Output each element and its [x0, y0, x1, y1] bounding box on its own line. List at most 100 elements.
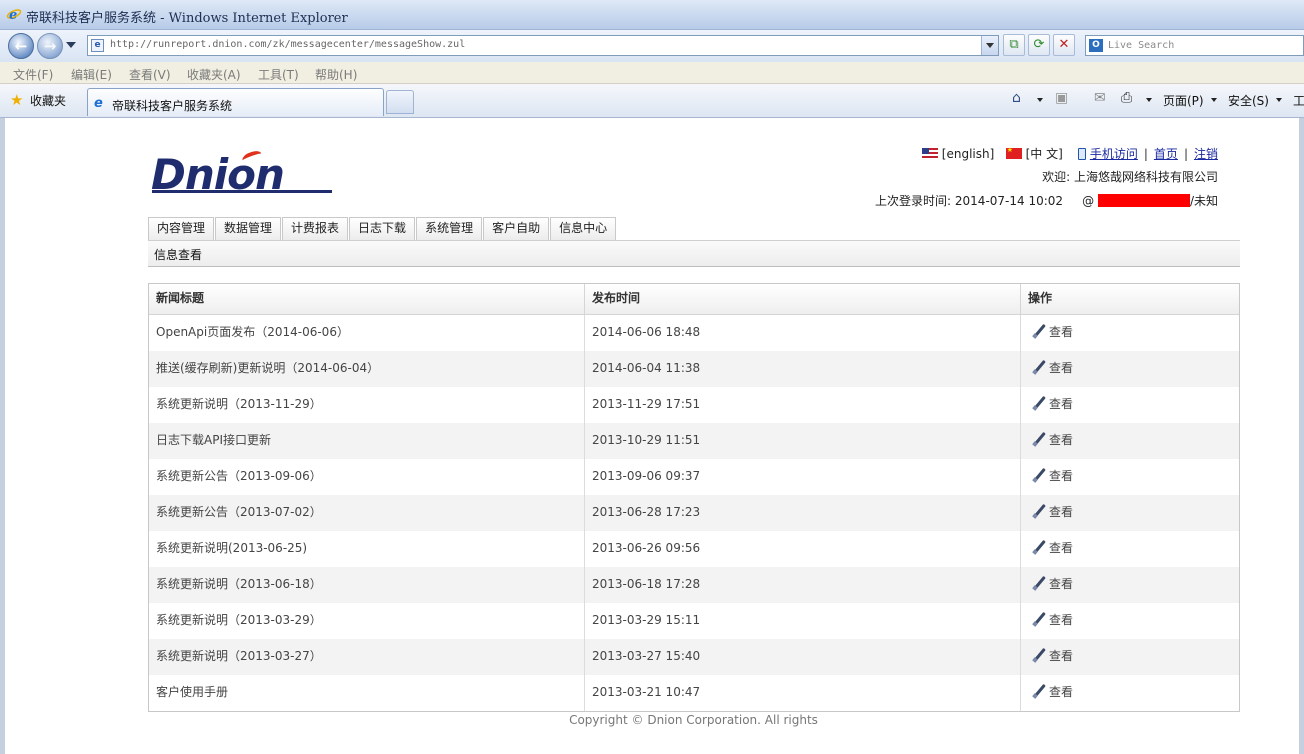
publish-time: 2013-06-28 17:23 — [585, 495, 1021, 531]
forward-button[interactable]: → — [37, 33, 63, 59]
window-title: 帝联科技客户服务系统 - Windows Internet Explorer — [26, 11, 348, 26]
address-bar[interactable]: e http://runreport.dnion.com/zk/messagec… — [87, 35, 999, 56]
address-dropdown-button[interactable] — [981, 36, 998, 55]
view-link[interactable]: 查看 — [1049, 397, 1073, 411]
view-action[interactable]: 查看 — [1021, 567, 1239, 603]
nav-tab-billing[interactable]: 计费报表 — [282, 217, 349, 240]
view-action[interactable]: 查看 — [1021, 315, 1239, 351]
page-menu[interactable]: 页面(P) — [1163, 92, 1204, 109]
menu-view[interactable]: 查看(V) — [129, 66, 171, 83]
view-action[interactable]: 查看 — [1021, 495, 1239, 531]
ie-logo-icon: e — [6, 6, 22, 23]
view-link[interactable]: 查看 — [1049, 325, 1073, 339]
favorites-star-icon[interactable]: ★ — [10, 93, 23, 108]
news-title: 系统更新说明（2013-11-29） — [149, 387, 585, 423]
view-action[interactable]: 查看 — [1021, 423, 1239, 459]
view-link[interactable]: 查看 — [1049, 685, 1073, 699]
login-location: /未知 — [1189, 194, 1218, 208]
page-dropdown-icon[interactable] — [1211, 98, 1217, 102]
view-action[interactable]: 查看 — [1021, 459, 1239, 495]
lang-english-link[interactable]: [english] — [942, 147, 995, 161]
menu-edit[interactable]: 编辑(E) — [71, 66, 112, 83]
menu-file[interactable]: 文件(F) — [13, 66, 53, 83]
back-button[interactable]: ← — [8, 33, 34, 59]
table-row: 系统更新说明（2013-03-29） 2013-03-29 15:11 查看 — [149, 603, 1239, 639]
news-title: 客户使用手册 — [149, 675, 585, 711]
view-link[interactable]: 查看 — [1049, 433, 1073, 447]
view-action[interactable]: 查看 — [1021, 351, 1239, 387]
tools-menu[interactable]: 工 — [1293, 92, 1304, 109]
section-title: 信息查看 — [154, 248, 203, 262]
pencil-icon — [1032, 541, 1046, 555]
home-icon[interactable]: ⌂ — [1012, 90, 1021, 106]
safety-dropdown-icon[interactable] — [1276, 98, 1282, 102]
nav-tab-content[interactable]: 内容管理 — [148, 217, 215, 240]
view-link[interactable]: 查看 — [1049, 361, 1073, 375]
view-action[interactable]: 查看 — [1021, 603, 1239, 639]
tab-title: 帝联科技客户服务系统 — [112, 99, 233, 113]
safety-menu[interactable]: 安全(S) — [1228, 92, 1269, 109]
home-dropdown-icon[interactable] — [1037, 98, 1043, 102]
pencil-icon — [1032, 505, 1046, 519]
pencil-icon — [1032, 397, 1046, 411]
view-action[interactable]: 查看 — [1021, 675, 1239, 711]
pencil-icon — [1032, 361, 1046, 375]
view-link[interactable]: 查看 — [1049, 577, 1073, 591]
feeds-icon[interactable]: ▣ — [1055, 90, 1068, 106]
news-title: 系统更新公告（2013-07-02） — [149, 495, 585, 531]
refresh-icon[interactable]: ⟳ — [1028, 34, 1050, 56]
nav-tab-system[interactable]: 系统管理 — [416, 217, 483, 240]
mobile-access-link[interactable]: 手机访问 — [1090, 147, 1138, 161]
view-action[interactable]: 查看 — [1021, 639, 1239, 675]
table-row: 系统更新说明（2013-11-29） 2013-11-29 17:51 查看 — [149, 387, 1239, 423]
view-action[interactable]: 查看 — [1021, 387, 1239, 423]
publish-time: 2013-10-29 11:51 — [585, 423, 1021, 459]
new-tab-button[interactable] — [386, 90, 414, 114]
view-link[interactable]: 查看 — [1049, 649, 1073, 663]
last-login-label: 上次登录时间: — [875, 194, 952, 208]
page-icon: e — [91, 39, 104, 52]
view-link[interactable]: 查看 — [1049, 505, 1073, 519]
favorites-button[interactable]: 收藏夹 — [30, 92, 66, 109]
print-icon[interactable]: ⎙ — [1121, 90, 1132, 106]
publish-time: 2013-03-29 15:11 — [585, 603, 1021, 639]
url-text[interactable]: http://runreport.dnion.com/zk/messagecen… — [110, 39, 465, 50]
col-header-time: 发布时间 — [585, 284, 1021, 315]
table-row: 系统更新说明（2013-06-18） 2013-06-18 17:28 查看 — [149, 567, 1239, 603]
publish-time: 2013-06-18 17:28 — [585, 567, 1021, 603]
menu-favorites[interactable]: 收藏夹(A) — [187, 66, 241, 83]
section-bar: 信息查看 — [148, 240, 1240, 267]
news-title: 系统更新公告（2013-09-06） — [149, 459, 585, 495]
logout-link[interactable]: 注销 — [1194, 147, 1218, 161]
table-row: OpenApi页面发布（2014-06-06） 2014-06-06 18:48 查… — [149, 315, 1239, 351]
view-action[interactable]: 查看 — [1021, 531, 1239, 567]
view-link[interactable]: 查看 — [1049, 541, 1073, 555]
welcome-text: 欢迎: 上海悠哉网络科技有限公司 — [1042, 170, 1218, 184]
lang-chinese-link[interactable]: [中 文] — [1026, 147, 1063, 161]
nav-tab-info[interactable]: 信息中心 — [550, 217, 617, 240]
news-title: 系统更新说明(2013-06-25) — [149, 531, 585, 567]
pencil-icon — [1032, 613, 1046, 627]
history-dropdown-icon[interactable] — [66, 42, 76, 48]
nav-tab-data[interactable]: 数据管理 — [215, 217, 282, 240]
tab-ie-icon: e — [94, 96, 103, 111]
view-link[interactable]: 查看 — [1049, 613, 1073, 627]
read-mail-icon[interactable]: ✉ — [1094, 90, 1106, 106]
view-link[interactable]: 查看 — [1049, 469, 1073, 483]
compatibility-icon[interactable]: ⧉ — [1003, 34, 1025, 56]
browser-tab[interactable]: e 帝联科技客户服务系统 — [87, 88, 384, 116]
publish-time: 2013-09-06 09:37 — [585, 459, 1021, 495]
nav-tab-logs[interactable]: 日志下载 — [349, 217, 416, 240]
menu-help[interactable]: 帮助(H) — [315, 66, 357, 83]
news-title: 推送(缓存刷新)更新说明（2014-06-04） — [149, 351, 585, 387]
redacted-ip — [1097, 194, 1190, 207]
home-link[interactable]: 首页 — [1154, 147, 1178, 161]
nav-tab-selfservice[interactable]: 客户自助 — [483, 217, 550, 240]
live-search-icon: O — [1089, 39, 1103, 52]
stop-icon[interactable]: ✕ — [1053, 34, 1075, 56]
publish-time: 2013-03-27 15:40 — [585, 639, 1021, 675]
search-box[interactable]: O Live Search — [1085, 35, 1304, 56]
menu-tools[interactable]: 工具(T) — [258, 66, 299, 83]
news-title: 系统更新说明（2013-06-18） — [149, 567, 585, 603]
print-dropdown-icon[interactable] — [1146, 98, 1152, 102]
